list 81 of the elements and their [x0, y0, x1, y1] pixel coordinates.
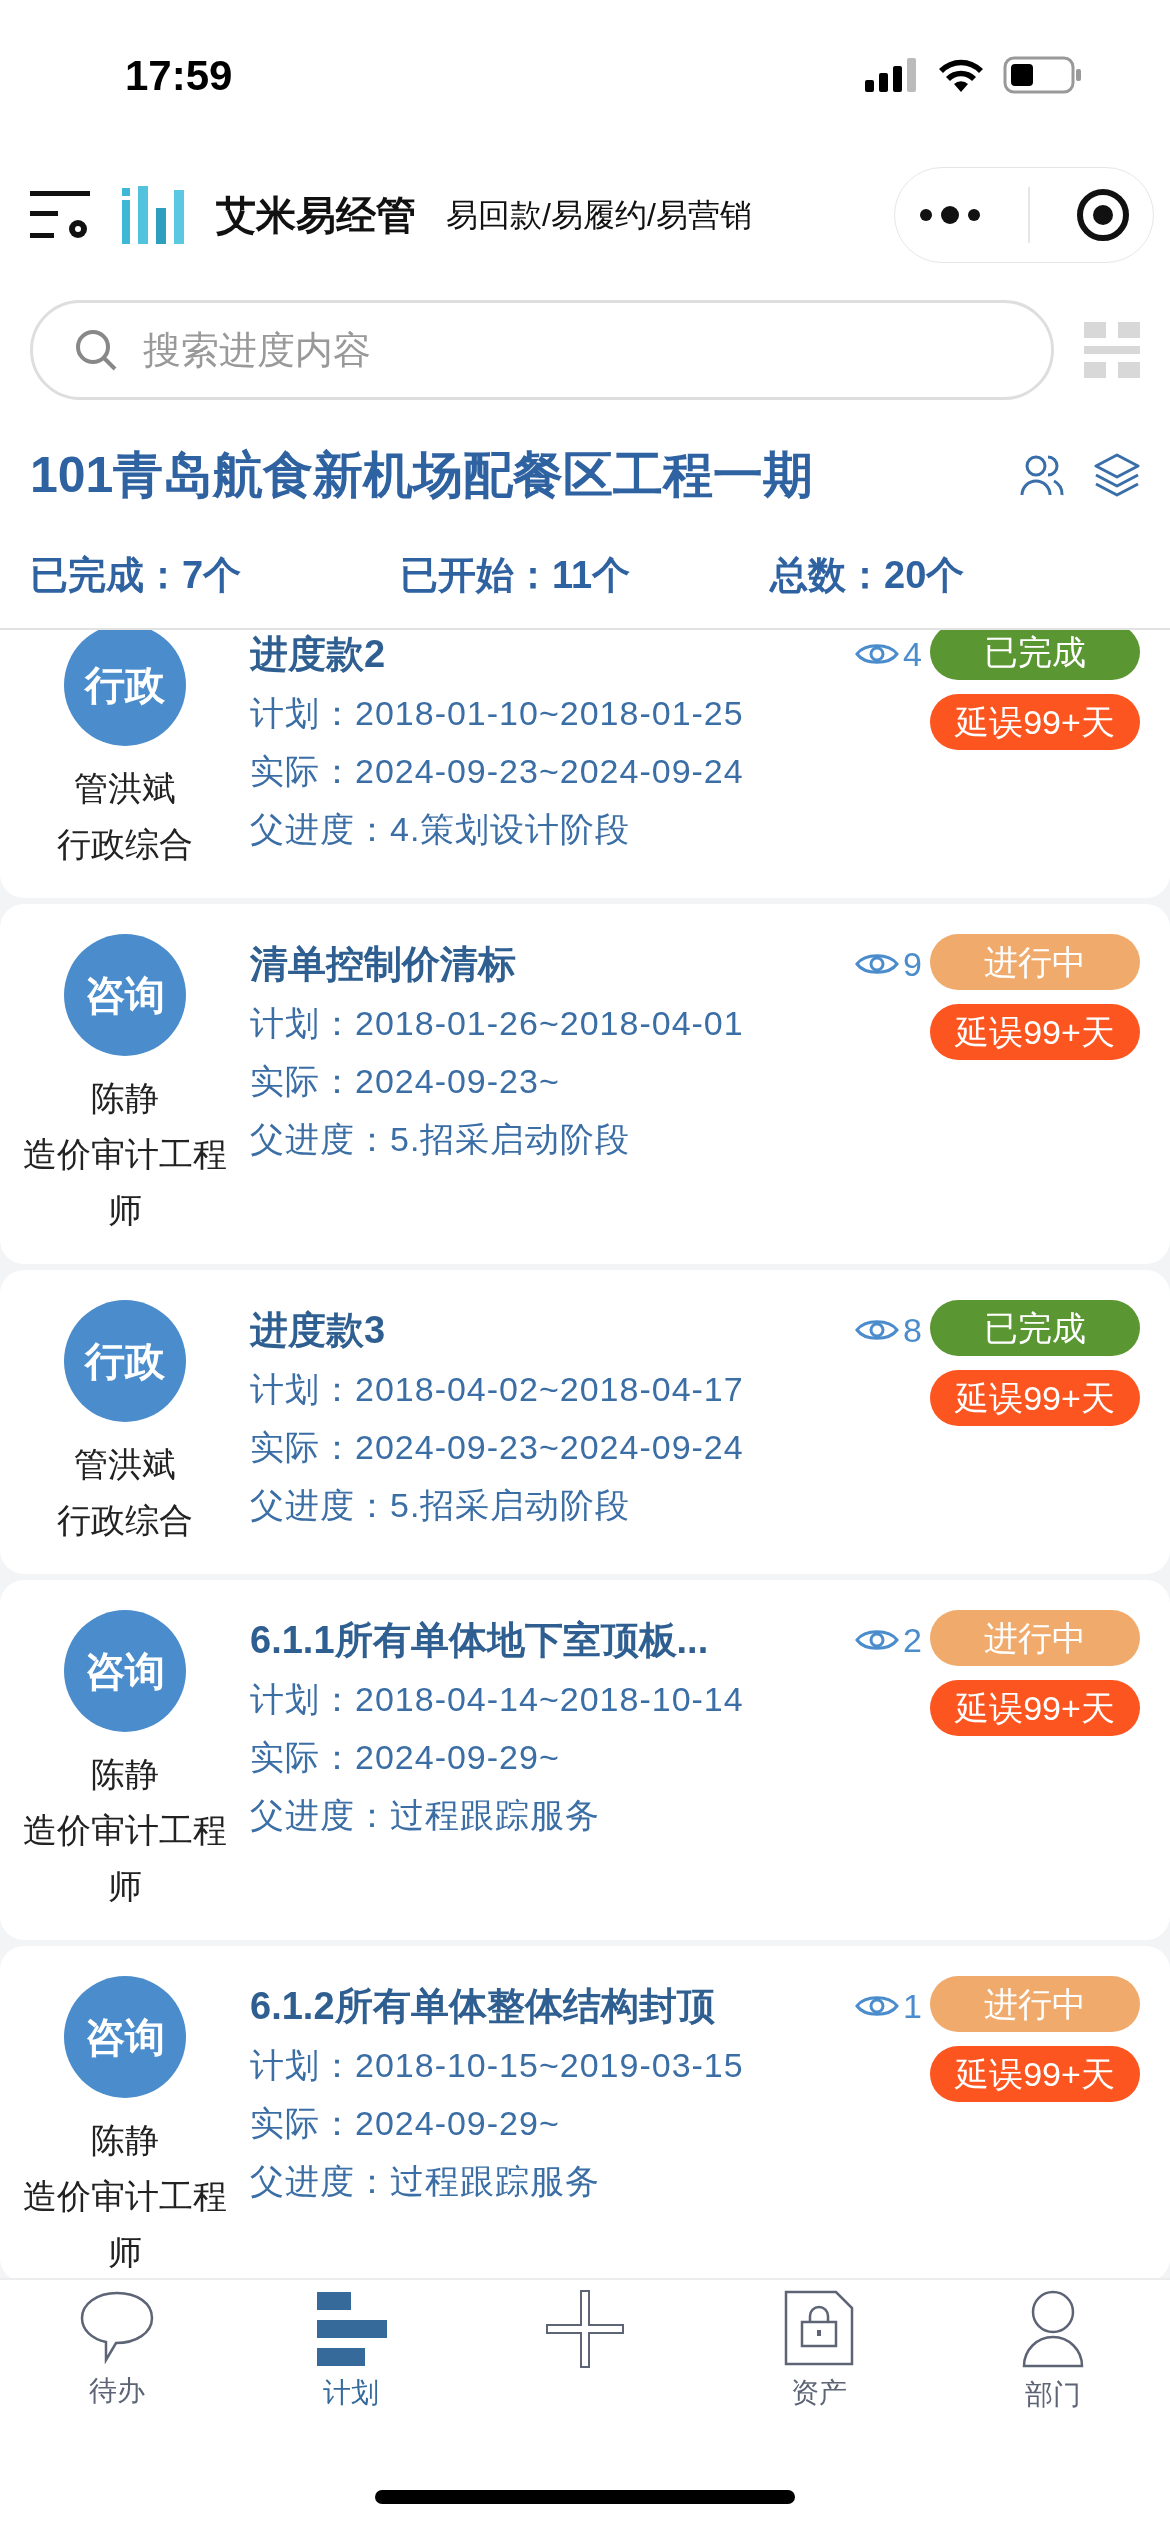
- person-name: 管洪斌: [74, 1444, 176, 1485]
- task-detail-line: 计划：2018-01-26~2018-04-01: [250, 1003, 745, 1044]
- task-detail-line: 实际：2024-09-23~2024-09-24: [250, 1427, 745, 1468]
- speech-bubble-icon: [79, 2290, 155, 2364]
- search-field[interactable]: 搜索进度内容: [30, 300, 1054, 400]
- locked-file-icon: [784, 2290, 854, 2366]
- person-role: 行政综合: [56, 1500, 194, 1541]
- status-badge: 进行中: [930, 1976, 1140, 2032]
- task-title: 进度款2: [250, 631, 386, 677]
- task-detail-line: 计划：2018-01-10~2018-01-25: [250, 693, 745, 734]
- task-detail-line: 父进度：过程跟踪服务: [250, 2161, 601, 2202]
- plus-icon: [546, 2290, 624, 2368]
- logo-icon: [122, 186, 186, 244]
- person-icon: [1022, 2290, 1084, 2368]
- more-icon: [918, 205, 982, 225]
- view-count: 8: [903, 1309, 922, 1351]
- stat-count: 总数：20个: [770, 552, 966, 598]
- task-detail-line: 父进度：5.招采启动阶段: [250, 1485, 632, 1526]
- person-role: 造价审计工程师: [22, 1810, 228, 1907]
- wifi-icon: [937, 58, 985, 92]
- person-role: 行政综合: [56, 824, 194, 865]
- delay-badge: 延误99+天: [930, 1680, 1140, 1736]
- tab-bar-item[interactable]: 待办: [0, 2290, 234, 2412]
- task-detail-line: 父进度：5.招采启动阶段: [250, 1119, 632, 1160]
- task-detail-line: 实际：2024-09-29~: [250, 1737, 561, 1778]
- task-detail-line: 父进度：过程跟踪服务: [250, 1795, 601, 1836]
- layers-icon[interactable]: [1094, 453, 1140, 497]
- status-time: 17:59: [125, 50, 233, 101]
- task-card[interactable]: 行政 管洪斌 行政综合 进度款2 4 计划：2018-01-10~2018-01-25 实际：2024-09-23~2024-09-24 父进度：4.策划设计阶段 已完成 延误99+天: [0, 630, 1170, 898]
- person-role: 造价审计工程师: [22, 2176, 228, 2273]
- view-count: 2: [903, 1619, 922, 1661]
- view-count: 9: [903, 943, 922, 985]
- bar-chart-icon: [315, 2290, 387, 2366]
- tab-bar-item[interactable]: 计划: [234, 2290, 468, 2414]
- task-detail-line: 实际：2024-09-23~2024-09-24: [250, 751, 745, 792]
- tab-bar-item[interactable]: 资产: [702, 2290, 936, 2414]
- task-title: 清单控制价清标: [250, 941, 516, 987]
- task-detail-line: 计划：2018-04-02~2018-04-17: [250, 1369, 745, 1410]
- task-title: 6.1.2所有单体整体结构封顶: [250, 1983, 715, 2029]
- delay-badge: 延误99+天: [930, 1370, 1140, 1426]
- delay-badge: 延误99+天: [930, 2046, 1140, 2102]
- status-badge: 已完成: [930, 630, 1140, 680]
- category-avatar: 咨询: [64, 934, 186, 1056]
- task-detail-line: 实际：2024-09-23~: [250, 1061, 561, 1102]
- person-name: 管洪斌: [74, 768, 176, 809]
- category-avatar: 行政: [64, 1300, 186, 1422]
- status-badge: 已完成: [930, 1300, 1140, 1356]
- person-name: 陈静: [91, 1754, 159, 1795]
- task-card[interactable]: 咨询 陈静 造价审计工程师 6.1.1所有单体地下室顶板... 2 计划：2018-04-14~2018-10-14 实际：2024-09-29~ 父进度：过程跟踪服务 进行中 延误99+天: [0, 1580, 1170, 1940]
- signal-icon: [865, 58, 919, 92]
- task-card[interactable]: 行政 管洪斌 行政综合 进度款3 8 计划：2018-04-02~2018-04-17 实际：2024-09-23~2024-09-24 父进度：5.招采启动阶段 已完成 延误99+天: [0, 1270, 1170, 1574]
- view-count: 4: [903, 633, 922, 675]
- stat-count: 已开始：11个: [400, 552, 632, 598]
- person-name: 陈静: [91, 1078, 159, 1119]
- category-avatar: 咨询: [64, 1976, 186, 2098]
- task-detail-line: 实际：2024-09-29~: [250, 2103, 561, 2144]
- app-slogan: 易回款/易履约/易营销: [446, 196, 752, 235]
- battery-icon: [1003, 56, 1083, 94]
- task-title: 进度款3: [250, 1307, 386, 1353]
- stat-count: 已完成：7个: [30, 552, 243, 598]
- close-target-icon: [1076, 188, 1130, 242]
- people-icon[interactable]: [1020, 453, 1064, 497]
- task-detail-line: 计划：2018-10-15~2019-03-15: [250, 2045, 745, 2086]
- task-detail-line: 父进度：4.策划设计阶段: [250, 809, 632, 850]
- status-badge: 进行中: [930, 1610, 1140, 1666]
- delay-badge: 延误99+天: [930, 694, 1140, 750]
- task-detail-line: 计划：2018-04-14~2018-10-14: [250, 1679, 745, 1720]
- tab-bar-item[interactable]: 部门: [936, 2290, 1170, 2416]
- delay-badge: 延误99+天: [930, 1004, 1140, 1060]
- app-name: 艾米易经管: [216, 192, 416, 239]
- category-avatar: 咨询: [64, 1610, 186, 1732]
- status-badge: 进行中: [930, 934, 1140, 990]
- view-count: 1: [903, 1985, 922, 2027]
- person-role: 造价审计工程师: [22, 1134, 228, 1231]
- project-title: 101青岛航食新机场配餐区工程一期: [30, 445, 814, 505]
- task-title: 6.1.1所有单体地下室顶板...: [250, 1617, 709, 1663]
- person-name: 陈静: [91, 2120, 159, 2161]
- search-icon: [74, 328, 118, 372]
- task-card[interactable]: 咨询 陈静 造价审计工程师 清单控制价清标 9 计划：2018-01-26~2018-04-01 实际：2024-09-23~ 父进度：5.招采启动阶段 进行中 延误99+天: [0, 904, 1170, 1264]
- category-avatar: 行政: [64, 630, 186, 746]
- task-card[interactable]: 咨询 陈静 造价审计工程师 6.1.2所有单体整体结构封顶 1 计划：2018-10-15~2019-03-15 实际：2024-09-29~ 父进度：过程跟踪服务 进行中 延误99+天: [0, 1946, 1170, 2278]
